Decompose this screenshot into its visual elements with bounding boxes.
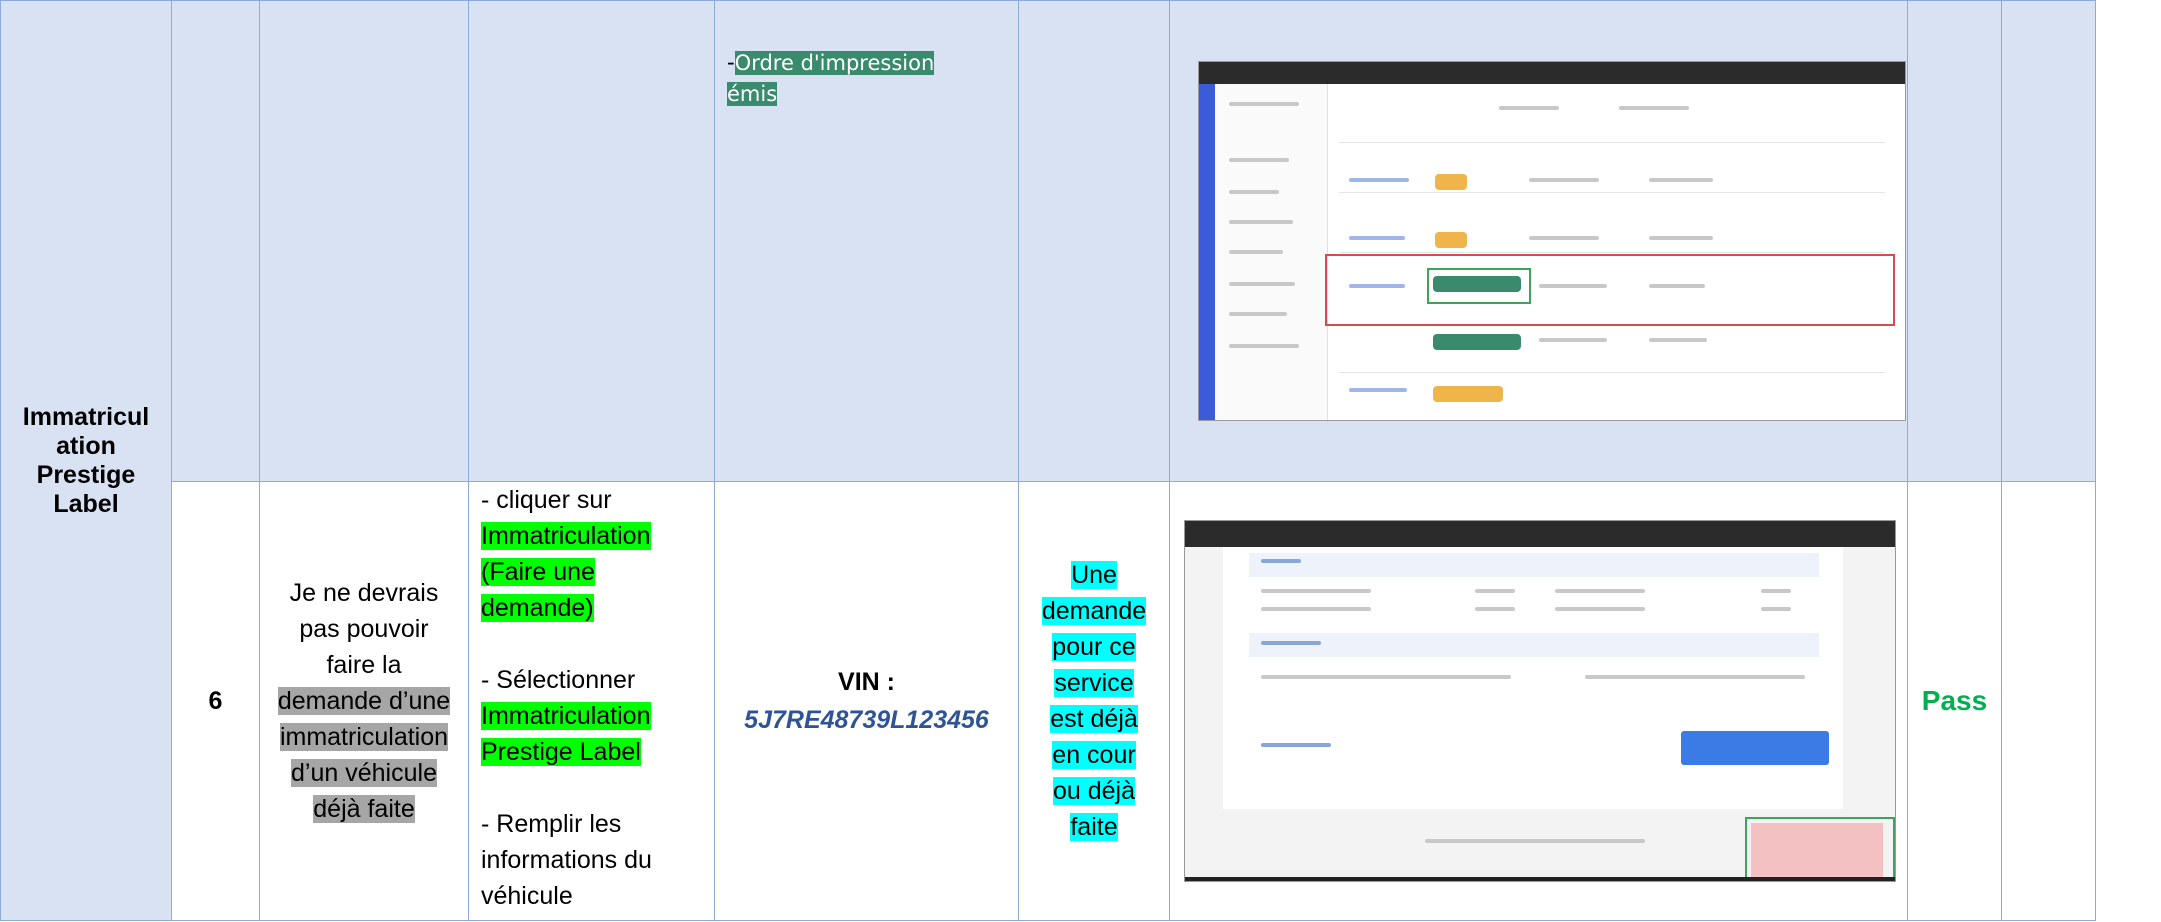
status-badge [1435, 232, 1467, 248]
empty-cell [1018, 0, 1170, 482]
screenshot-cell [1169, 0, 1908, 482]
expected-cell: Une demande pour ce service est déjà en … [1018, 481, 1170, 921]
form-line [1761, 589, 1791, 593]
table-rule [1339, 252, 1885, 253]
table-rule [1339, 192, 1885, 193]
test-case-table: Immatricul ation Prestige Label -Ordre d… [0, 0, 2161, 921]
table-row: 6 Je ne devrais pas pouvoir faire la dem… [1, 481, 2161, 921]
feature-name-line-3: Prestige [36, 460, 136, 489]
feature-name-line-4: Label [53, 489, 119, 518]
empty-cell [2001, 481, 2096, 921]
step-1-highlight: Immatriculation (Faire une demande) [481, 522, 651, 622]
cell-line [1649, 178, 1713, 182]
test-number: 6 [208, 686, 223, 715]
form-line [1585, 675, 1805, 679]
footer-line [1425, 839, 1645, 843]
scenario-cell: Je ne devrais pas pouvoir faire la deman… [259, 481, 469, 921]
result-status: Pass [1921, 685, 1988, 716]
form-line [1261, 675, 1511, 679]
table-row: Immatricul ation Prestige Label -Ordre d… [0, 0, 2161, 921]
sidebar-strip [1199, 84, 1215, 420]
cell-line [1649, 338, 1707, 342]
empty-cell [171, 0, 260, 482]
empty-cell [468, 0, 715, 482]
empty-cell [1907, 0, 2002, 482]
header-line [1619, 106, 1689, 110]
cell-line [1529, 178, 1599, 182]
link-line [1349, 236, 1405, 240]
step-1: - cliquer sur Immatriculation (Faire une… [481, 486, 651, 622]
screenshot-request-form [1184, 520, 1896, 882]
cell-line [1529, 236, 1599, 240]
steps-cell: - cliquer sur Immatriculation (Faire une… [468, 481, 715, 921]
feature-cell: Immatricul ation Prestige Label [0, 0, 172, 921]
test-data-cell: VIN : 5J7RE48739L123456 [714, 481, 1019, 921]
expected-text: Une demande pour ce service est déjà en … [1041, 561, 1147, 841]
vin-label: VIN : [838, 668, 895, 696]
section-band [1249, 553, 1819, 577]
status-badge [1435, 174, 1467, 190]
form-line [1555, 589, 1645, 593]
cell-line [1649, 236, 1713, 240]
form-line [1261, 607, 1371, 611]
form-line [1475, 589, 1515, 593]
step-2-highlight: Immatriculation Prestige Label [481, 702, 651, 766]
vin-value: 5J7RE48739L123456 [744, 706, 989, 734]
feature-name-line-1: Immatricul [22, 402, 150, 431]
menu-line [1229, 312, 1287, 316]
cell-line [1539, 338, 1607, 342]
step-3: - Remplir les informations du véhicule [481, 810, 652, 910]
action-cell: -Ordre d'impression émis [714, 0, 1019, 482]
browser-bar [1199, 62, 1905, 84]
menu-line [1229, 282, 1295, 286]
scenario-text: Je ne devrais pas pouvoir faire la [289, 579, 439, 679]
status-badge [1433, 386, 1503, 402]
result-cell: Pass [1907, 481, 2002, 921]
test-number-cell: 6 [171, 481, 260, 921]
highlight-box-red [1325, 254, 1895, 326]
feature-name-line-2: ation [56, 431, 116, 460]
menu-line [1229, 344, 1299, 348]
empty-cell [2001, 0, 2096, 482]
screenshot-cell [1169, 481, 1908, 921]
section-title-line [1261, 641, 1321, 645]
action-text: Ordre d'impression émis [727, 51, 935, 106]
form-line [1761, 607, 1791, 611]
menu-line [1229, 250, 1283, 254]
menu-line [1229, 158, 1289, 162]
form-line [1261, 589, 1371, 593]
link-line [1349, 388, 1407, 392]
form-line [1475, 607, 1515, 611]
table-rule [1339, 372, 1885, 373]
browser-bar [1185, 521, 1895, 547]
table-rule [1339, 142, 1885, 143]
error-alert [1751, 823, 1883, 879]
form-line [1555, 607, 1645, 611]
footer-bar [1185, 877, 1895, 881]
menu-line [1229, 220, 1293, 224]
link-line [1349, 178, 1409, 182]
section-title-line [1261, 559, 1301, 563]
scenario-highlight: demande d’une immatriculation d’un véhic… [277, 687, 451, 823]
highlight-box-green [1427, 268, 1531, 304]
section-band [1249, 633, 1819, 657]
empty-cell [259, 0, 469, 482]
header-line [1499, 106, 1559, 110]
screenshot-orders-list [1198, 61, 1906, 421]
status-badge [1433, 334, 1521, 350]
back-link-line [1261, 743, 1331, 747]
logo-placeholder [1229, 102, 1299, 106]
submit-button [1681, 731, 1829, 765]
step-2: - Sélectionner Immatriculation Prestige … [481, 666, 651, 766]
menu-line [1229, 190, 1279, 194]
